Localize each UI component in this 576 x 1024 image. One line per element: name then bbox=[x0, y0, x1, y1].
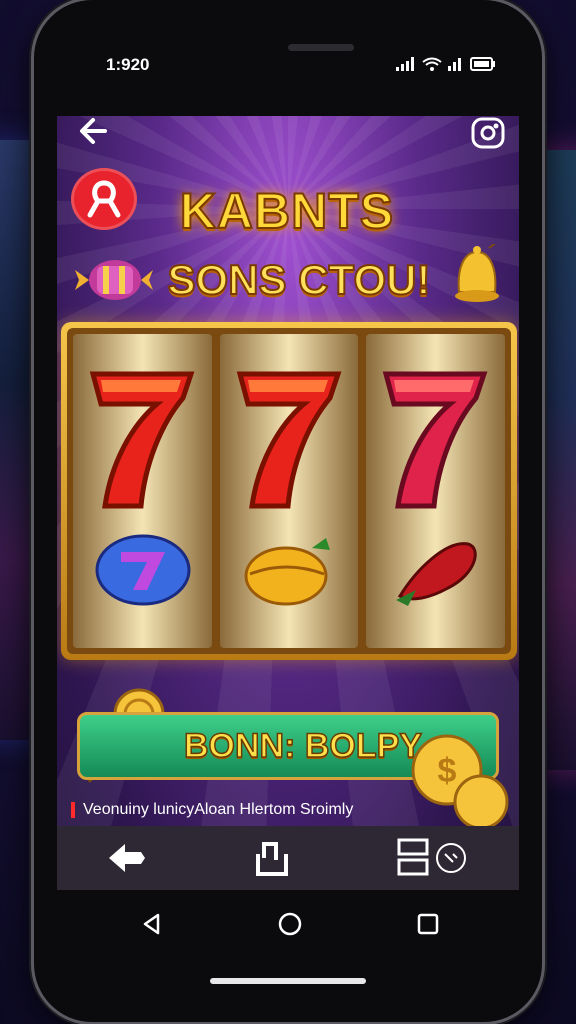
red-pepper-icon bbox=[396, 542, 478, 606]
ticker-marker bbox=[71, 802, 75, 818]
ticker-text: Veonuiny lunicyAloan Hlertom Sroimly bbox=[83, 801, 354, 818]
bonus-button-label: BONN: BOLPY bbox=[183, 726, 423, 766]
news-ticker: Veonuiny lunicyAloan Hlertom Sroimly bbox=[71, 800, 451, 820]
battery-icon bbox=[470, 57, 495, 71]
back-button[interactable] bbox=[77, 116, 113, 146]
settings-nav-icon[interactable] bbox=[397, 838, 469, 878]
red-seven-icon bbox=[89, 371, 195, 509]
status-bar: 1:920 bbox=[106, 55, 496, 77]
red-seven-icon bbox=[383, 371, 488, 509]
home-indicator[interactable] bbox=[210, 978, 366, 984]
system-navigation bbox=[140, 906, 440, 942]
reel-3 bbox=[366, 334, 506, 648]
app-screen: KABNTS SONS CTOU! BONN: BOLPY $ Veonuiny… bbox=[57, 116, 519, 890]
home-nav-icon[interactable] bbox=[254, 840, 290, 876]
candy-decoration-icon bbox=[75, 260, 153, 300]
profile-icon bbox=[471, 117, 505, 149]
blue-seven-icon bbox=[95, 534, 191, 606]
signal-icon-2 bbox=[448, 58, 461, 71]
system-recents-icon[interactable] bbox=[416, 912, 440, 936]
status-time: 1:920 bbox=[106, 55, 150, 74]
earpiece-speaker bbox=[288, 44, 354, 51]
game-title-line1: KABNTS bbox=[179, 182, 395, 240]
ribbon-icon bbox=[87, 180, 121, 218]
golden-bell-icon bbox=[455, 244, 499, 302]
system-home-icon[interactable] bbox=[277, 911, 303, 937]
system-back-icon[interactable] bbox=[140, 912, 164, 936]
slot-reels-frame bbox=[61, 322, 517, 660]
signal-icon bbox=[396, 57, 414, 71]
back-arrow-nav-icon[interactable] bbox=[107, 841, 147, 875]
svg-text:$: $ bbox=[438, 752, 457, 790]
game-title-line2: SONS CTOU! bbox=[167, 255, 432, 304]
golden-fruit-icon bbox=[244, 538, 330, 606]
red-seven-icon bbox=[236, 371, 342, 509]
wifi-icon bbox=[422, 57, 442, 71]
reel-2 bbox=[219, 334, 359, 648]
profile-button[interactable] bbox=[469, 116, 507, 150]
arrow-left-icon bbox=[80, 118, 107, 144]
reel-1 bbox=[73, 334, 212, 648]
app-bottom-nav bbox=[57, 826, 519, 890]
